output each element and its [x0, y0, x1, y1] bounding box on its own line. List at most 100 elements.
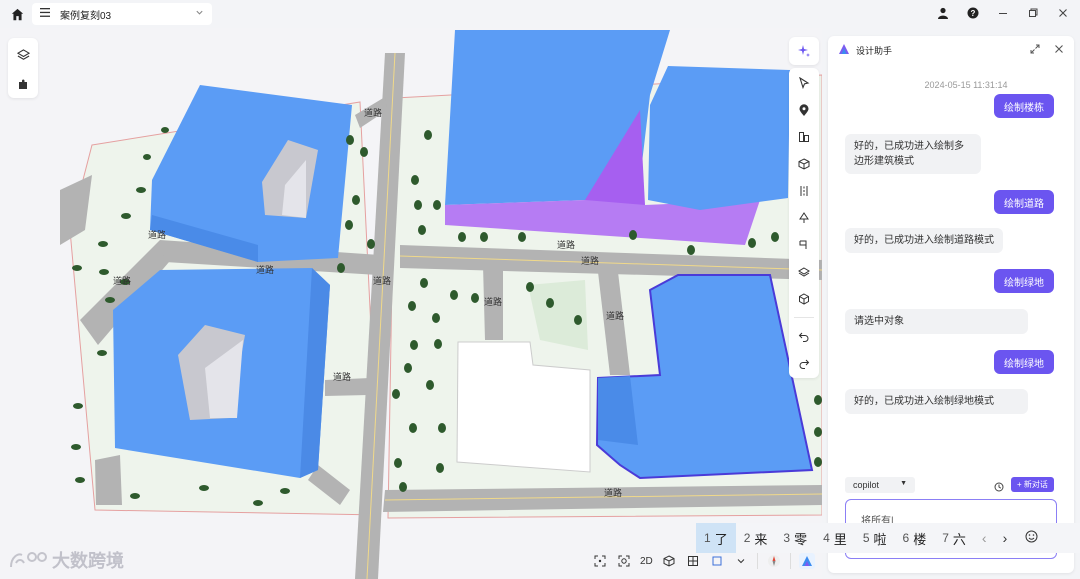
bot-message: 好的，已成功进入绘制道路模式: [845, 228, 1003, 253]
panel-title: 设计助手: [856, 45, 893, 56]
file-selector[interactable]: 案例复刻03: [32, 3, 212, 25]
road-label: 道路: [606, 310, 624, 321]
top-bar: 案例复刻03 ?: [0, 0, 1080, 28]
home-icon[interactable]: [8, 5, 26, 23]
road-label: 道路: [364, 107, 382, 118]
bot-message: 请选中对象: [845, 309, 1028, 334]
user-icon[interactable]: [936, 6, 950, 20]
compass-icon[interactable]: [766, 553, 782, 569]
minimize-icon[interactable]: [996, 6, 1010, 20]
candidate-number: 2: [743, 531, 751, 545]
user-message: 绘制楼栋: [994, 94, 1054, 118]
view-3d-icon[interactable]: [661, 553, 677, 569]
menu-icon: [40, 8, 50, 20]
bot-message: 好的，已成功进入绘制绿地模式: [845, 389, 1028, 414]
road-label: 道路: [557, 239, 575, 250]
road-label: 道路: [256, 264, 274, 275]
user-message: 绘制绿地: [994, 350, 1054, 374]
road-label: 道路: [484, 296, 502, 307]
candidate-number: 1: [704, 531, 711, 545]
toolbar-divider: [794, 317, 814, 318]
ime-candidate[interactable]: 6楼: [895, 523, 935, 553]
candidate-text: 里: [833, 531, 847, 547]
undo-icon[interactable]: [795, 327, 813, 345]
candidate-text: 零: [794, 531, 808, 547]
ai-sparkle-button[interactable]: [789, 37, 819, 65]
ime-candidate-bar: 1了 2来 3零 4里 5啦 6楼 7六 ‹ ›: [696, 523, 1080, 553]
layers-icon[interactable]: [14, 46, 32, 64]
location-pin-icon[interactable]: [795, 101, 813, 119]
user-message: 绘制道路: [994, 190, 1054, 214]
restore-icon[interactable]: [1026, 6, 1040, 20]
road-label: 道路: [581, 255, 599, 266]
fit-view-icon[interactable]: [592, 553, 608, 569]
close-icon[interactable]: [1056, 6, 1070, 20]
candidate-number: 4: [823, 531, 830, 545]
cube-icon[interactable]: [795, 155, 813, 173]
watermark-logo-icon: [10, 552, 47, 568]
measure-icon[interactable]: [795, 236, 813, 254]
left-toolbar: [8, 38, 38, 98]
expand-icon[interactable]: [1030, 44, 1040, 56]
app-logo-icon[interactable]: [798, 553, 815, 569]
box-outline-icon[interactable]: [795, 290, 813, 308]
candidate-number: 7: [942, 531, 949, 545]
right-toolbar: [789, 68, 819, 378]
svg-text:?: ?: [971, 9, 976, 18]
city-scene[interactable]: 道路 道路 道路 道路 道路 道路 道路 道路 道路 道路 道路: [0, 28, 822, 579]
building-draw-icon[interactable]: [795, 128, 813, 146]
toolbar-divider: [756, 553, 758, 569]
history-icon[interactable]: [994, 479, 1004, 497]
ime-candidate[interactable]: 3零: [775, 523, 815, 553]
bot-message: 好的，已成功进入绘制多边形建筑模式: [845, 134, 981, 174]
candidate-text: 来: [754, 531, 768, 547]
chevron-down-icon[interactable]: [733, 553, 749, 569]
road-label: 道路: [373, 275, 391, 286]
ime-candidate[interactable]: 7六: [934, 523, 974, 553]
view-2d-toggle[interactable]: 2D: [640, 556, 653, 567]
caret-down-icon: ▼: [900, 480, 907, 487]
watermark: 大数跨境: [8, 547, 124, 573]
toolbar-divider: [789, 553, 791, 569]
emoji-icon[interactable]: [1025, 530, 1038, 546]
candidate-number: 3: [783, 531, 791, 545]
grid-icon[interactable]: [685, 553, 701, 569]
model-select[interactable]: copilot ▼: [845, 477, 915, 493]
map-viewport[interactable]: 道路 道路 道路 道路 道路 道路 道路 道路 道路 道路 道路 2D 大数跨境: [0, 28, 822, 579]
close-icon[interactable]: [1054, 44, 1064, 56]
ime-candidate[interactable]: 1了: [696, 523, 736, 553]
chevron-down-icon: [195, 8, 204, 20]
ime-candidate[interactable]: 2来: [736, 523, 776, 553]
candidate-text: 啦: [873, 531, 887, 547]
design-assistant-panel: 设计助手 2024-05-15 11:31:14 绘制楼栋 好的，已成功进入绘制…: [828, 36, 1074, 573]
shape-select-icon[interactable]: [709, 553, 725, 569]
redo-icon[interactable]: [795, 354, 813, 372]
candidate-number: 5: [862, 531, 870, 545]
candidate-text: 了: [714, 531, 728, 547]
tree-draw-icon[interactable]: [795, 209, 813, 227]
model-name: copilot: [853, 480, 880, 490]
candidate-text: 楼: [913, 531, 927, 547]
watermark-text: 大数跨境: [52, 551, 124, 571]
candidate-number: 6: [902, 531, 910, 545]
select-cursor-icon[interactable]: [795, 74, 813, 92]
chat-timestamp: 2024-05-15 11:31:14: [924, 80, 1008, 90]
ime-candidate[interactable]: 5啦: [855, 523, 895, 553]
ime-candidate[interactable]: 4里: [815, 523, 855, 553]
new-chat-button[interactable]: + 新对话: [1011, 477, 1054, 492]
road-label: 道路: [604, 487, 622, 498]
road-label: 道路: [333, 371, 351, 382]
road-label: 道路: [113, 275, 131, 286]
help-icon[interactable]: ?: [966, 6, 980, 20]
candidate-text: 六: [952, 531, 966, 547]
panel-header: 设计助手: [828, 36, 1074, 64]
plugin-icon[interactable]: [14, 76, 32, 94]
road-draw-icon[interactable]: [795, 182, 813, 200]
layer-stack-icon[interactable]: [795, 263, 813, 281]
user-message: 绘制绿地: [994, 269, 1054, 293]
chevron-right-icon[interactable]: ›: [1003, 530, 1008, 546]
file-name: 案例复刻03: [60, 10, 112, 22]
screenshot-icon[interactable]: [616, 553, 632, 569]
road-label: 道路: [148, 229, 166, 240]
chevron-left-icon[interactable]: ‹: [982, 530, 987, 546]
